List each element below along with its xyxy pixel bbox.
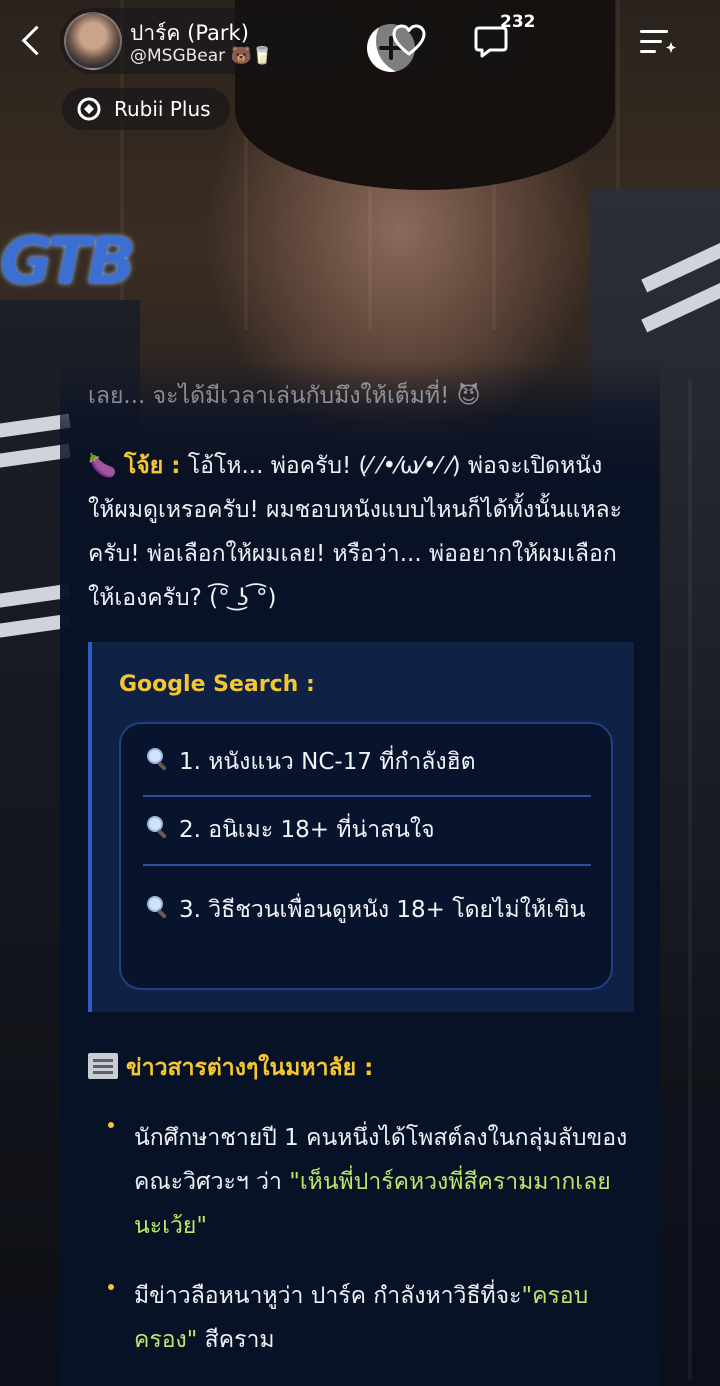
divider xyxy=(143,864,591,866)
google-search-title: Google Search : xyxy=(119,672,315,697)
comment-count: 232 xyxy=(500,12,536,32)
heart-icon xyxy=(392,24,426,56)
google-search-panel: Google Search : 1. หนังแนว NC-17 ที่กำลั… xyxy=(88,642,634,1012)
newspaper-icon xyxy=(88,1053,118,1079)
scrollbar[interactable] xyxy=(688,380,692,1380)
rubii-plus-label: Rubii Plus xyxy=(114,97,211,121)
bullet-dot xyxy=(108,1284,114,1290)
search-suggestion[interactable]: 3. วิธีชวนเพื่อนดูหนัง 18+ โดยไม่ให้เขิน xyxy=(145,888,591,932)
news-item: มีข่าวลือหนาหูว่า ปาร์ค กำลังหาวิธีที่จะ… xyxy=(134,1283,589,1353)
magnifier-icon xyxy=(147,816,167,839)
magnifier-icon xyxy=(147,896,167,919)
creator-handle: @MSGBear 🐻🥛 xyxy=(130,46,273,66)
speaker-name: โจ้ย : xyxy=(123,453,181,479)
character-message: 🍆 โจ้ย : โอ้โห... พ่อครับ! (⁄ ⁄•⁄ω⁄•⁄ ⁄)… xyxy=(88,444,628,620)
magnifier-icon xyxy=(147,748,167,771)
search-suggestion[interactable]: 2. อนิเมะ 18+ ที่น่าสนใจ xyxy=(145,808,591,852)
eggplant-icon: 🍆 xyxy=(88,453,117,479)
top-bar: ปาร์ค (Park) @MSGBear 🐻🥛 232 xyxy=(0,0,720,90)
avatar[interactable] xyxy=(64,12,122,70)
news-item: นักศึกษาชายปี 1 คนหนึ่งได้โพสต์ลงในกลุ่ม… xyxy=(134,1125,628,1239)
like-button[interactable] xyxy=(376,8,442,74)
back-button[interactable] xyxy=(14,22,50,62)
character-profile[interactable]: ปาร์ค (Park) @MSGBear 🐻🥛 xyxy=(60,8,415,74)
chat-message-card: เลย... จะได้มีเวลาเล่นกับมึงให้เต็มที่! … xyxy=(60,360,660,1386)
search-suggestions-box: 1. หนังแนว NC-17 ที่กำลังฮิต 2. อนิเมะ 1… xyxy=(119,722,613,990)
rubii-logo-icon xyxy=(77,97,101,121)
menu-list-icon xyxy=(640,30,676,53)
menu-button[interactable] xyxy=(636,22,680,62)
previous-message-tail: เลย... จะได้มีเวลาเล่นกับมึงให้เต็มที่! … xyxy=(88,383,481,409)
rubii-plus-badge[interactable]: Rubii Plus xyxy=(62,88,230,130)
divider xyxy=(143,795,591,797)
bullet-dot xyxy=(108,1122,114,1128)
news-section-title: ข่าวสารต่างๆในมหาลัย : xyxy=(88,1050,373,1086)
search-suggestion[interactable]: 1. หนังแนว NC-17 ที่กำลังฮิต xyxy=(145,740,591,784)
background-logo-graphic: GTB xyxy=(0,225,136,299)
